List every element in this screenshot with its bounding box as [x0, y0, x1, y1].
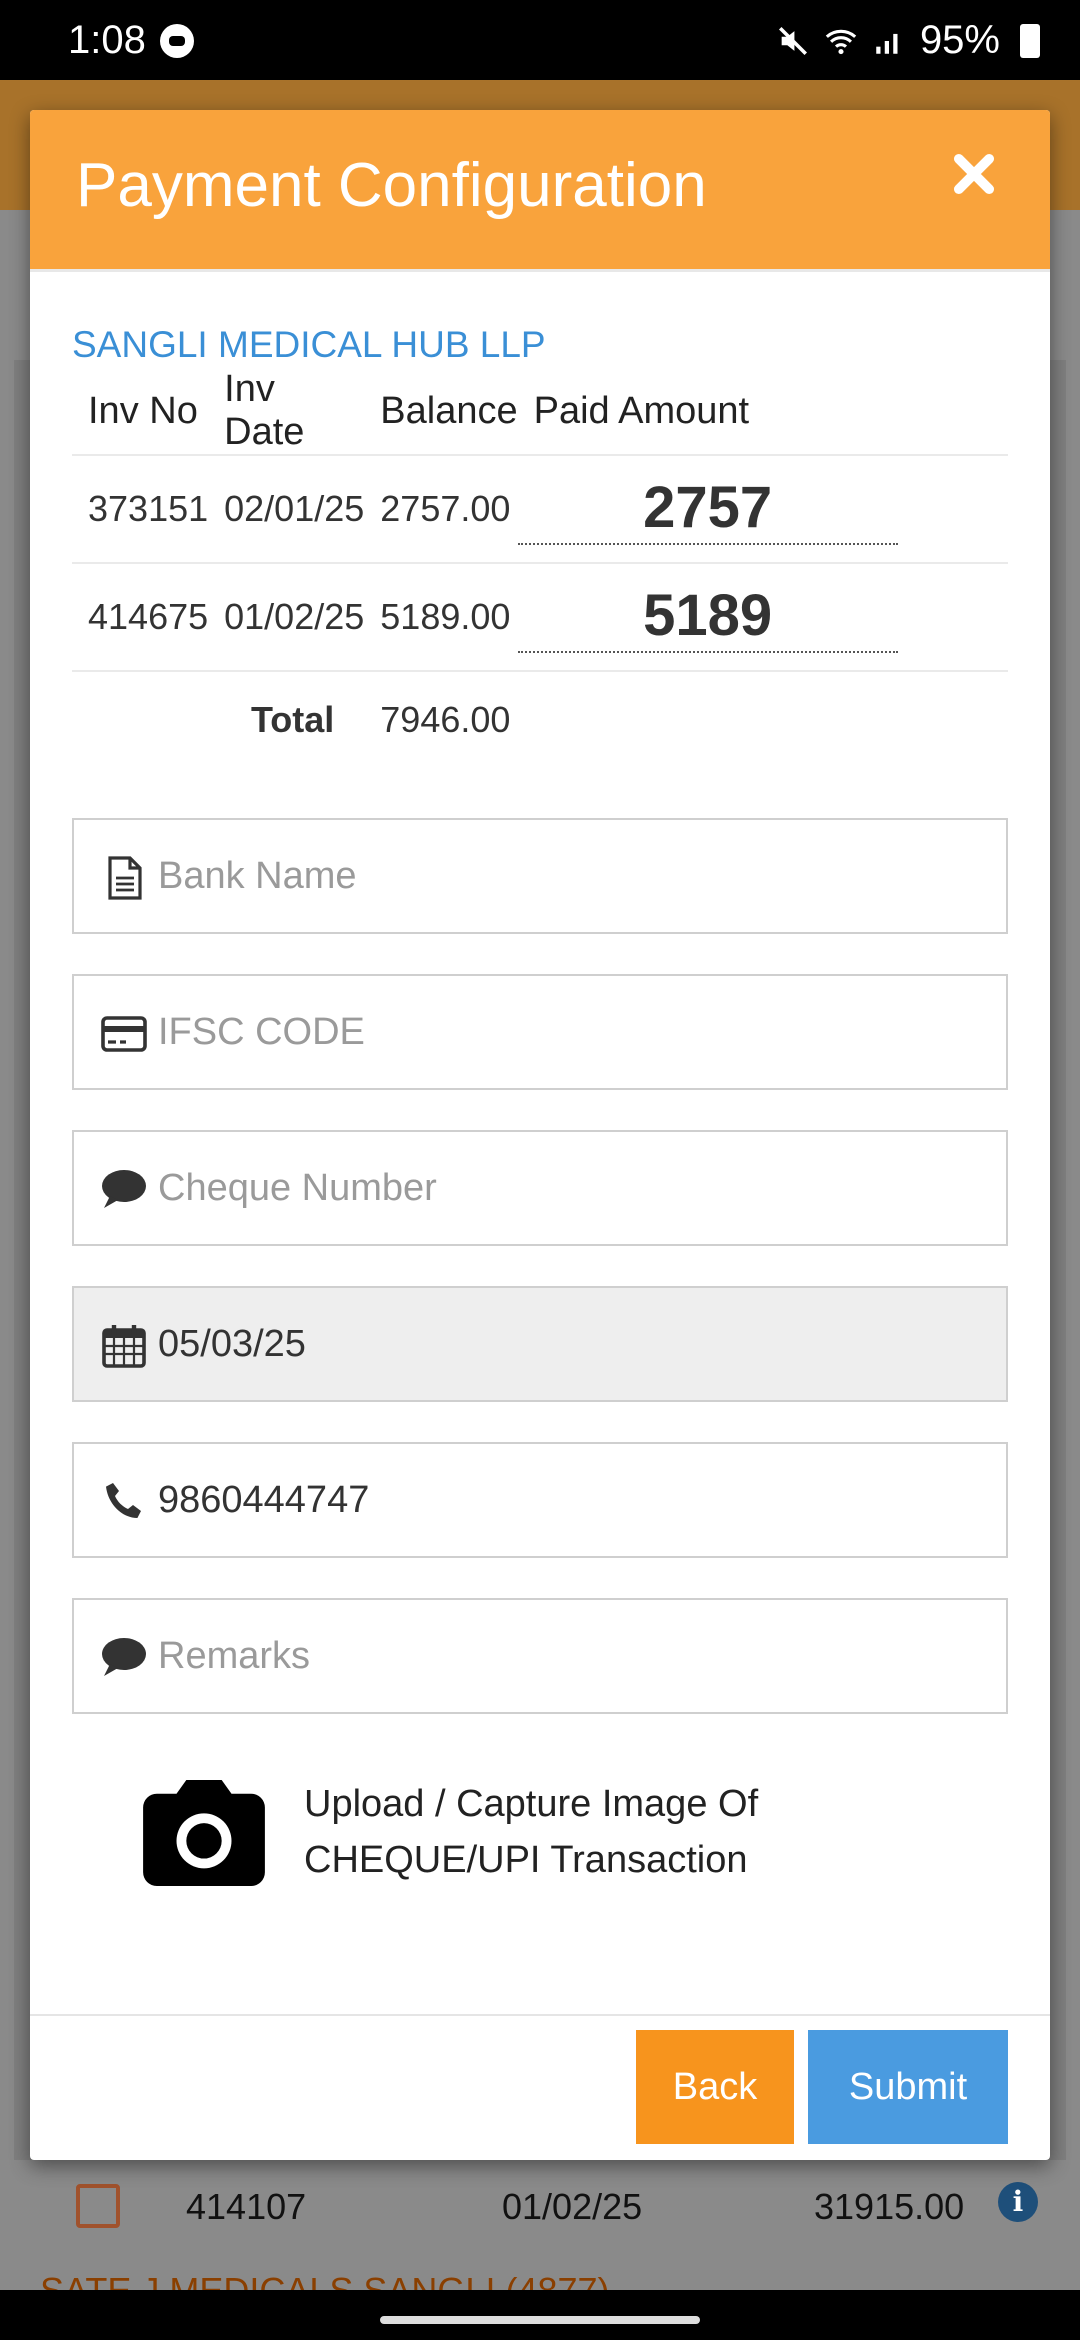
inv-date: 01/02/25 [208, 562, 365, 671]
info-icon: i [998, 2182, 1038, 2222]
remarks-input[interactable] [158, 1600, 988, 1712]
card-icon [101, 1016, 147, 1052]
row-checkbox [76, 2184, 120, 2228]
phone-field [72, 1442, 1008, 1558]
calendar-icon [102, 1325, 146, 1368]
total-label: Total [72, 670, 365, 767]
balance: 5189.00 [364, 562, 518, 671]
balance: 2757.00 [364, 454, 518, 563]
paid-amount-cell [517, 454, 1008, 563]
close-icon [953, 153, 995, 195]
camera-icon [143, 1779, 265, 1887]
background-invoice-row: 414107 01/02/25 31915.00 i [14, 2160, 1066, 2250]
bg-amount: 31915.00 [814, 2186, 965, 2227]
ifsc-field [72, 974, 1008, 1090]
cheque-number-field [72, 1130, 1008, 1246]
col-inv-date: Inv Date [224, 368, 305, 453]
status-icons: 95% [776, 18, 1040, 63]
table-row: 414675 01/02/25 5189.00 [72, 562, 1008, 671]
phone-input[interactable] [158, 1444, 988, 1556]
inv-no: 373151 [72, 454, 209, 563]
upload-label-line1: Upload / Capture Image Of [304, 1783, 759, 1825]
dialog-header: Payment Configuration [30, 110, 1050, 272]
bank-name-field [72, 818, 1008, 934]
mute-icon [778, 26, 807, 55]
upload-label: Upload / Capture Image Of CHEQUE/UPI Tra… [304, 1776, 758, 1888]
table-header-row: Inv No Inv Date Balance Paid Amount [72, 368, 1008, 455]
paid-amount-input[interactable] [517, 473, 898, 545]
table-row: 373151 02/01/25 2757.00 [72, 454, 1008, 563]
remarks-field [72, 1598, 1008, 1714]
col-balance: Balance [380, 389, 518, 432]
ifsc-input[interactable] [158, 976, 988, 1088]
upload-image-button[interactable]: Upload / Capture Image Of CHEQUE/UPI Tra… [140, 1770, 940, 1910]
close-button[interactable] [948, 148, 1000, 200]
battery-icon [1020, 23, 1040, 58]
total-empty [517, 670, 1008, 767]
status-time: 1:08 [68, 18, 146, 62]
submit-button[interactable]: Submit [808, 2030, 1008, 2144]
date-field [72, 1286, 1008, 1402]
signal-icon [876, 33, 898, 54]
dialog-title: Payment Configuration [76, 151, 707, 220]
navigation-bar [0, 2290, 1080, 2340]
bank-name-input[interactable] [158, 820, 988, 932]
back-button[interactable]: Back [636, 2030, 794, 2144]
battery-percent: 95% [919, 18, 1000, 62]
wifi-icon [825, 29, 857, 54]
total-value: 7946.00 [364, 670, 518, 767]
total-row: Total 7946.00 [72, 670, 1008, 767]
comment-icon [102, 1638, 146, 1676]
invoice-table: Inv No Inv Date Balance Paid Amount 3731… [72, 368, 1008, 767]
cheque-number-input[interactable] [158, 1132, 988, 1244]
bg-inv-no: 414107 [186, 2186, 307, 2227]
col-paid-amount: Paid Amount [533, 389, 750, 432]
payment-configuration-dialog: Payment Configuration SANGLI MEDICAL HUB… [30, 110, 1050, 2160]
company-name: SANGLI MEDICAL HUB LLP [72, 324, 546, 365]
document-icon [108, 856, 142, 900]
col-inv-no: Inv No [88, 389, 198, 432]
bg-inv-date: 01/02/25 [502, 2186, 643, 2227]
comment-icon [102, 1170, 146, 1208]
phone-icon [106, 1483, 141, 1518]
paid-amount-input[interactable] [517, 581, 898, 653]
date-input[interactable] [158, 1288, 988, 1400]
notification-icon [160, 24, 194, 58]
paid-amount-cell [517, 562, 1008, 671]
footer-divider [30, 2014, 1050, 2016]
inv-date: 02/01/25 [208, 454, 365, 563]
upload-label-line2: CHEQUE/UPI Transaction [304, 1839, 748, 1881]
inv-no: 414675 [72, 562, 209, 671]
status-bar: 1:08 95% [0, 0, 1080, 80]
home-gesture-handle[interactable] [380, 2316, 700, 2324]
